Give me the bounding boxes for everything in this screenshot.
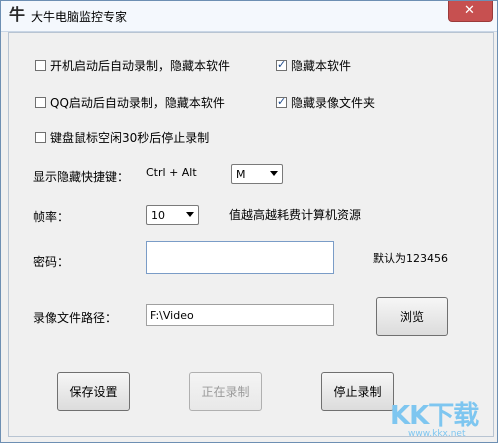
checkbox-box[interactable]: [276, 95, 287, 108]
watermark: KK下载 www.kkx.net: [386, 391, 496, 441]
browse-button[interactable]: 浏览: [376, 297, 448, 336]
close-button[interactable]: ✕: [448, 1, 493, 22]
chevron-down-icon: [186, 212, 194, 217]
checkbox-label: 隐藏录像文件夹: [291, 95, 376, 110]
stop-record-button[interactable]: 停止录制: [321, 372, 394, 411]
watermark-text: KK下载: [390, 401, 479, 431]
settings-panel: 开机启动后自动录制，隐藏本软件 隐藏本软件 QQ启动后自动录制，隐藏本软件 隐藏…: [8, 32, 494, 437]
fps-value: 10: [151, 209, 165, 222]
hide-software-checkbox[interactable]: 隐藏本软件: [276, 57, 351, 73]
checkbox-label: 键盘鼠标空闲30秒后停止录制: [50, 130, 210, 145]
watermark-url: www.kkx.net: [408, 429, 466, 439]
fps-label: 帧率：: [33, 210, 70, 224]
checkbox-label: 开机启动后自动录制，隐藏本软件: [50, 58, 231, 73]
hotkey-label: 显示隐藏快捷键：: [33, 170, 130, 184]
qq-record-checkbox[interactable]: QQ启动后自动录制，隐藏本软件: [35, 94, 225, 110]
autostart-record-checkbox[interactable]: 开机启动后自动录制，隐藏本软件: [35, 57, 230, 73]
idle-stop-checkbox[interactable]: 键盘鼠标空闲30秒后停止录制: [35, 129, 209, 145]
app-icon: 牛: [9, 5, 26, 24]
password-label: 密码：: [33, 255, 70, 269]
fps-note: 值越高越耗费计算机资源: [229, 208, 362, 222]
checkbox-label: 隐藏本软件: [291, 58, 352, 73]
checkbox-box[interactable]: [276, 58, 287, 71]
fps-select[interactable]: 10: [146, 205, 199, 225]
title-bar: 牛 大牛电脑监控专家 ✕: [1, 1, 497, 32]
close-icon: ✕: [464, 3, 475, 18]
password-default-note: 默认为123456: [373, 252, 448, 265]
window-title: 大牛电脑监控专家: [31, 10, 128, 24]
path-label: 录像文件路径：: [33, 311, 118, 325]
password-input[interactable]: [146, 241, 334, 274]
hotkey-key-value: M: [236, 168, 246, 181]
hotkey-modifier: Ctrl + Alt: [146, 166, 197, 179]
path-value: F:\Video: [150, 309, 194, 322]
path-input[interactable]: F:\Video: [146, 304, 334, 326]
checkbox-box[interactable]: [35, 131, 46, 143]
save-settings-button[interactable]: 保存设置: [57, 372, 130, 411]
app-window: 牛 大牛电脑监控专家 ✕ 开机启动后自动录制，隐藏本软件 隐藏本软件 QQ启动后…: [0, 0, 498, 443]
recording-button: 正在录制: [189, 372, 262, 411]
hotkey-key-select[interactable]: M: [231, 164, 283, 184]
hide-folder-checkbox[interactable]: 隐藏录像文件夹: [276, 94, 375, 110]
checkbox-label: QQ启动后自动录制，隐藏本软件: [50, 95, 225, 110]
checkbox-box[interactable]: [35, 59, 46, 71]
chevron-down-icon: [270, 171, 278, 176]
checkbox-box[interactable]: [35, 96, 46, 108]
